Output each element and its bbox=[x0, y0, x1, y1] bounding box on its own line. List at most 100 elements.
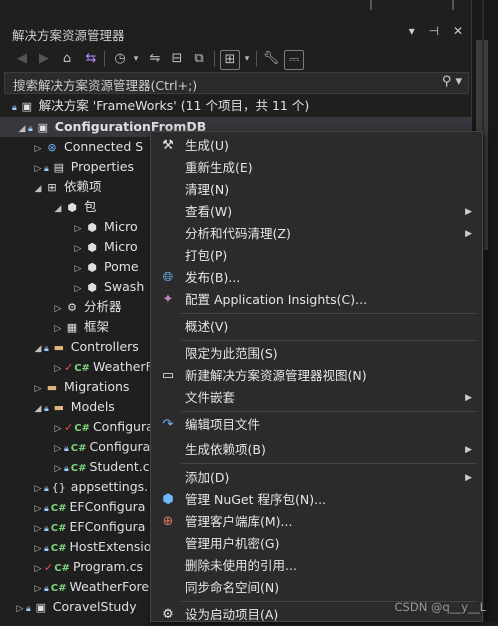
chevron-down-icon[interactable]: ◢ bbox=[16, 119, 28, 139]
close-icon[interactable]: ✕ bbox=[453, 24, 463, 38]
package-icon: ⬢ bbox=[87, 261, 97, 274]
tree-item[interactable]: ▷ ⬢ Pome bbox=[72, 257, 139, 277]
menu-item-analyze[interactable]: 分析和代码清理(Z) ▶ bbox=[151, 223, 482, 245]
tree-item-project[interactable]: ▷ 🔒︎ ▣ CoravelStudy bbox=[14, 597, 137, 617]
divider bbox=[370, 0, 372, 10]
chevron-down-icon[interactable]: ▾ bbox=[131, 50, 141, 68]
preview-selected-icon[interactable]: ⎓ bbox=[284, 50, 304, 70]
back-icon[interactable]: ◀ bbox=[14, 50, 30, 68]
package-icon: ⬢ bbox=[67, 201, 77, 214]
tree-item[interactable]: ▷ 🔒︎ C# Configura bbox=[52, 437, 151, 459]
tree-item[interactable]: ▷ 🔒︎ C# EFConfigura bbox=[32, 517, 146, 539]
chevron-right-icon[interactable]: ▷ bbox=[72, 239, 84, 259]
lock-icon: 🔒︎ bbox=[44, 404, 49, 414]
tree-item[interactable]: ◢ ⊞ 依赖项 bbox=[32, 177, 102, 197]
menu-item-user-secrets[interactable]: 管理用户机密(G) bbox=[151, 533, 482, 555]
track-active-item-icon[interactable]: ⊞ bbox=[220, 50, 240, 70]
chevron-down-icon[interactable]: ◢ bbox=[32, 339, 44, 359]
chevron-down-icon[interactable]: ◢ bbox=[52, 199, 64, 219]
chevron-right-icon[interactable]: ▷ bbox=[32, 139, 44, 159]
tree-item[interactable]: ▷ 🔒︎ C# WeatherFore bbox=[32, 577, 150, 599]
dependencies-icon: ⊞ bbox=[47, 181, 57, 194]
chevron-right-icon[interactable]: ▷ bbox=[52, 319, 64, 339]
menu-item-build[interactable]: ⚒ 生成(U) bbox=[151, 135, 482, 157]
chevron-right-icon[interactable]: ▷ bbox=[72, 219, 84, 239]
sync-icon[interactable]: ⇋ bbox=[146, 50, 164, 68]
menu-item-new-view[interactable]: ▭ 新建解决方案资源管理器视图(N) bbox=[151, 365, 482, 387]
tree-item[interactable]: ▷ ⊛ Connected S bbox=[32, 137, 144, 159]
chevron-right-icon[interactable]: ▷ bbox=[32, 559, 44, 579]
chevron-right-icon[interactable]: ▷ bbox=[32, 579, 44, 599]
menu-item-rebuild[interactable]: 重新生成(E) bbox=[151, 157, 482, 179]
chevron-right-icon[interactable]: ▷ bbox=[14, 599, 26, 619]
search-box[interactable]: 搜索解决方案资源管理器(Ctrl+;) ⚲ ▾ bbox=[4, 72, 469, 94]
tree-item[interactable]: ▷ ⚙ 分析器 bbox=[52, 297, 122, 317]
menu-item-clean[interactable]: 清理(N) bbox=[151, 179, 482, 201]
chevron-right-icon[interactable]: ▷ bbox=[32, 539, 44, 559]
chevron-right-icon[interactable]: ▷ bbox=[32, 159, 44, 179]
chevron-right-icon[interactable]: ▷ bbox=[52, 299, 64, 319]
menu-item-file-nesting[interactable]: 文件嵌套 ▶ bbox=[151, 387, 482, 409]
lock-icon: 🔒︎ bbox=[44, 484, 49, 494]
menu-item-app-insights[interactable]: ✦ 配置 Application Insights(C)... bbox=[151, 289, 482, 311]
chevron-right-icon[interactable]: ▷ bbox=[72, 259, 84, 279]
tree-item[interactable]: ▷ ▦ 框架 bbox=[52, 317, 109, 337]
menu-item-edit-project[interactable]: ↷ 编辑项目文件 bbox=[151, 414, 482, 436]
menu-item-build-deps[interactable]: 生成依赖项(B) ▶ bbox=[151, 439, 482, 461]
tree-item[interactable]: ▷ ✓C# WeatherF bbox=[52, 357, 153, 377]
lock-icon: 🔒︎ bbox=[26, 604, 31, 614]
menu-item-remove-unused[interactable]: 删除未使用的引用... bbox=[151, 555, 482, 577]
csharp-file-icon: C# bbox=[70, 463, 87, 474]
menu-item-add[interactable]: 添加(D) ▶ bbox=[151, 467, 482, 489]
toolbar-separator bbox=[104, 51, 105, 67]
solution-node[interactable]: 🔒︎ ▣ 解决方案 'FrameWorks' (11 个项目，共 11 个) bbox=[12, 96, 309, 116]
tree-item[interactable]: ▷ 🔒︎ C# Student.c bbox=[52, 457, 150, 477]
menu-item-scope[interactable]: 限定为此范围(S) bbox=[151, 343, 482, 365]
chevron-right-icon[interactable]: ▷ bbox=[72, 279, 84, 299]
menu-item-publish[interactable]: 🌐︎ 发布(B)... bbox=[151, 267, 482, 289]
history-icon[interactable]: ◷ bbox=[110, 50, 130, 68]
tree-item[interactable]: ◢ 🔒︎ ▬ Models bbox=[32, 397, 115, 417]
menu-item-sync-namespaces[interactable]: 同步命名空间(N) bbox=[151, 577, 482, 599]
switch-views-icon[interactable]: ⇆ bbox=[82, 50, 100, 68]
tree-item[interactable]: ▷ ✓C# Program.cs bbox=[32, 557, 144, 579]
chevron-right-icon[interactable]: ▷ bbox=[32, 479, 44, 499]
chevron-down-icon[interactable]: ◢ bbox=[32, 399, 44, 419]
tree-item[interactable]: ▷ ▬ Migrations bbox=[32, 377, 130, 399]
menu-item-view[interactable]: 查看(W) ▶ bbox=[151, 201, 482, 223]
menu-item-nuget[interactable]: ⬢ 管理 NuGet 程序包(N)... bbox=[151, 489, 482, 511]
properties-wrench-icon[interactable]: 🔧︎ bbox=[262, 50, 280, 68]
tree-item[interactable]: ◢ 🔒︎ ▬ Controllers bbox=[32, 337, 139, 357]
chevron-down-icon[interactable]: ◢ bbox=[32, 179, 44, 199]
lock-icon: 🔒︎ bbox=[44, 164, 49, 174]
tree-item[interactable]: ▷ ✓C# Configura bbox=[52, 417, 154, 437]
show-all-files-icon[interactable]: ⧉ bbox=[190, 50, 208, 68]
forward-icon[interactable]: ▶ bbox=[36, 50, 52, 68]
tree-item[interactable]: ▷ 🔒︎ C# HostExtensio bbox=[32, 537, 152, 559]
search-input[interactable]: 搜索解决方案资源管理器(Ctrl+;) bbox=[13, 75, 197, 94]
tree-item[interactable]: ▷ ⬢ Micro bbox=[72, 217, 138, 237]
chevron-right-icon[interactable]: ▷ bbox=[32, 499, 44, 519]
chevron-right-icon[interactable]: ▷ bbox=[32, 519, 44, 539]
pin-icon[interactable]: ⊣ bbox=[429, 24, 439, 38]
menu-item-client-libs[interactable]: ⊕ 管理客户端库(M)... bbox=[151, 511, 482, 533]
menu-item-pack[interactable]: 打包(P) bbox=[151, 245, 482, 267]
tree-item[interactable]: ▷ 🔒︎{} appsettings. bbox=[32, 477, 149, 499]
chevron-down-icon[interactable]: ▾ bbox=[242, 50, 252, 68]
dropdown-icon[interactable]: ▾ bbox=[409, 24, 415, 38]
tree-item[interactable]: ▷ ⬢ Micro bbox=[72, 237, 138, 257]
chevron-right-icon[interactable]: ▷ bbox=[52, 359, 64, 379]
chevron-right-icon[interactable]: ▷ bbox=[32, 379, 44, 399]
home-icon[interactable]: ⌂ bbox=[58, 50, 76, 68]
csharp-file-icon: C# bbox=[50, 523, 67, 534]
tree-item[interactable]: ▷ 🔒︎ ▤ Properties bbox=[32, 157, 134, 177]
chevron-right-icon[interactable]: ▷ bbox=[52, 459, 64, 479]
menu-item-overview[interactable]: 概述(V) bbox=[151, 316, 482, 338]
search-icon[interactable]: ⚲ ▾ bbox=[442, 74, 462, 89]
tree-item[interactable]: ▷ 🔒︎ C# EFConfigura bbox=[32, 497, 146, 519]
chevron-right-icon[interactable]: ▷ bbox=[52, 419, 64, 439]
chevron-right-icon[interactable]: ▷ bbox=[52, 439, 64, 459]
collapse-all-icon[interactable]: ⊟ bbox=[168, 50, 186, 68]
tree-item[interactable]: ▷ ⬢ Swash bbox=[72, 277, 145, 299]
tree-item[interactable]: ◢ ⬢ 包 bbox=[52, 197, 97, 217]
